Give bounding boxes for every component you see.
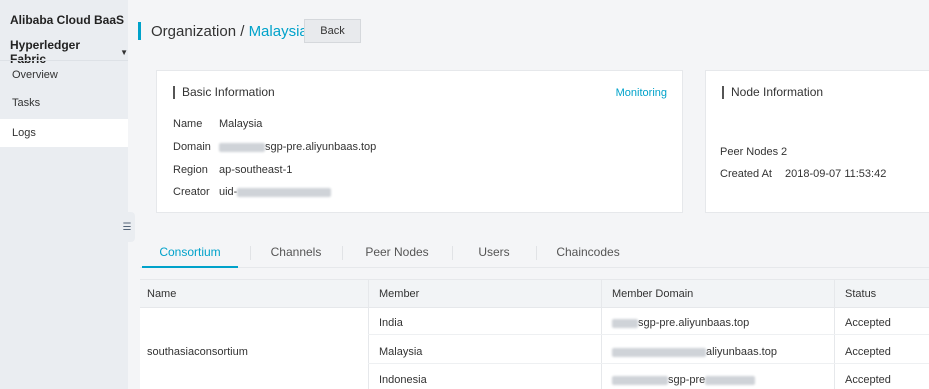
status-cell: Accepted	[845, 374, 891, 386]
member-domain-cell: aliyunbaas.top	[612, 346, 777, 358]
domain-value-wrap: sgp-pre.aliyunbaas.top	[219, 141, 376, 153]
member-domain-cell: sgp-pre	[612, 374, 756, 386]
member-cell: Malaysia	[379, 346, 423, 358]
title-accent-bar	[138, 22, 141, 40]
sidebar-item-label: Tasks	[12, 97, 41, 109]
column-header-status: Status	[845, 288, 877, 300]
tab-consortium[interactable]: Consortium	[142, 238, 238, 268]
region-value: ap-southeast-1	[219, 164, 293, 176]
member-domain-cell: sgp-pre.aliyunbaas.top	[612, 317, 749, 329]
created-at-value: 2018-09-07 11:53:42	[785, 168, 887, 180]
domain-label: Domain	[173, 141, 211, 153]
region-label: Region	[173, 164, 208, 176]
member-cell: Indonesia	[379, 374, 427, 386]
redacted-text	[237, 187, 332, 197]
member-domain-text: sgp-pre	[668, 374, 706, 386]
sidebar-item-logs[interactable]: Logs	[0, 119, 128, 147]
creator-value-wrap: uid-	[219, 186, 332, 198]
redacted-text	[612, 318, 638, 328]
breadcrumb: Organization / Malaysia	[151, 23, 308, 40]
table-row: Malaysia aliyunbaas.top Accepted	[368, 340, 929, 364]
sidebar-item-label: Overview	[12, 69, 58, 81]
member-domain-text: sgp-pre.aliyunbaas.top	[638, 317, 750, 329]
tab-channels[interactable]: Channels	[250, 238, 342, 268]
redacted-text	[705, 375, 756, 385]
name-label: Name	[173, 118, 203, 130]
status-cell: Accepted	[845, 317, 891, 329]
status-cell: Accepted	[845, 346, 891, 358]
breadcrumb-root[interactable]: Organization /	[151, 23, 249, 40]
tab-chaincodes[interactable]: Chaincodes	[536, 238, 640, 268]
redacted-text	[612, 375, 668, 385]
redacted-text	[612, 347, 706, 357]
domain-value: sgp-pre.aliyunbaas.top	[265, 141, 377, 153]
monitoring-link[interactable]: Monitoring	[616, 87, 667, 99]
peer-nodes-value: 2	[781, 146, 788, 158]
collapse-icon: ☰	[122, 221, 132, 233]
sidebar: Alibaba Cloud BaaS Hyperledger Fabric ▼ …	[0, 0, 128, 389]
sidebar-collapse-toggle[interactable]: ☰	[119, 212, 135, 242]
consortium-name-cell: southasiaconsortium	[147, 346, 248, 358]
table-row: Indonesia sgp-pre Accepted	[368, 368, 929, 389]
sidebar-item-tasks[interactable]: Tasks	[0, 89, 128, 117]
creator-value: uid-	[219, 186, 238, 198]
column-header-name: Name	[147, 288, 177, 300]
node-info-card: Node Information Peer Nodes 2 Created At…	[705, 70, 929, 213]
member-domain-text: aliyunbaas.top	[706, 346, 777, 358]
table-header: Name Member Member Domain Status	[140, 279, 929, 308]
sidebar-item-overview[interactable]: Overview	[0, 61, 128, 89]
basic-info-title: Basic Information	[173, 86, 275, 99]
creator-label: Creator	[173, 186, 210, 198]
node-info-title: Node Information	[722, 86, 823, 99]
column-header-member-domain: Member Domain	[612, 288, 694, 300]
sidebar-brand: Alibaba Cloud BaaS	[10, 13, 125, 27]
redacted-text	[219, 142, 265, 152]
breadcrumb-current: Malaysia	[248, 23, 308, 40]
app-root: Alibaba Cloud BaaS Hyperledger Fabric ▼ …	[0, 0, 929, 389]
peer-nodes-label: Peer Nodes	[720, 146, 779, 158]
table-row: India sgp-pre.aliyunbaas.top Accepted	[368, 311, 929, 335]
caret-down-icon: ▼	[120, 47, 128, 57]
tab-users[interactable]: Users	[452, 238, 536, 268]
tab-peer-nodes[interactable]: Peer Nodes	[342, 238, 452, 268]
member-cell: India	[379, 317, 403, 329]
created-at-label: Created At	[720, 168, 772, 180]
column-header-member: Member	[379, 288, 420, 300]
name-value: Malaysia	[219, 118, 263, 130]
tab-bar: Consortium Channels Peer Nodes Users Cha…	[140, 238, 929, 268]
consortium-table: Name Member Member Domain Status southas…	[140, 279, 929, 389]
back-button[interactable]: Back	[304, 19, 361, 43]
basic-info-card: Basic Information Monitoring Name Malays…	[156, 70, 683, 213]
page-header: Organization / Malaysia Back	[128, 0, 929, 58]
sidebar-item-label: Logs	[12, 127, 36, 139]
